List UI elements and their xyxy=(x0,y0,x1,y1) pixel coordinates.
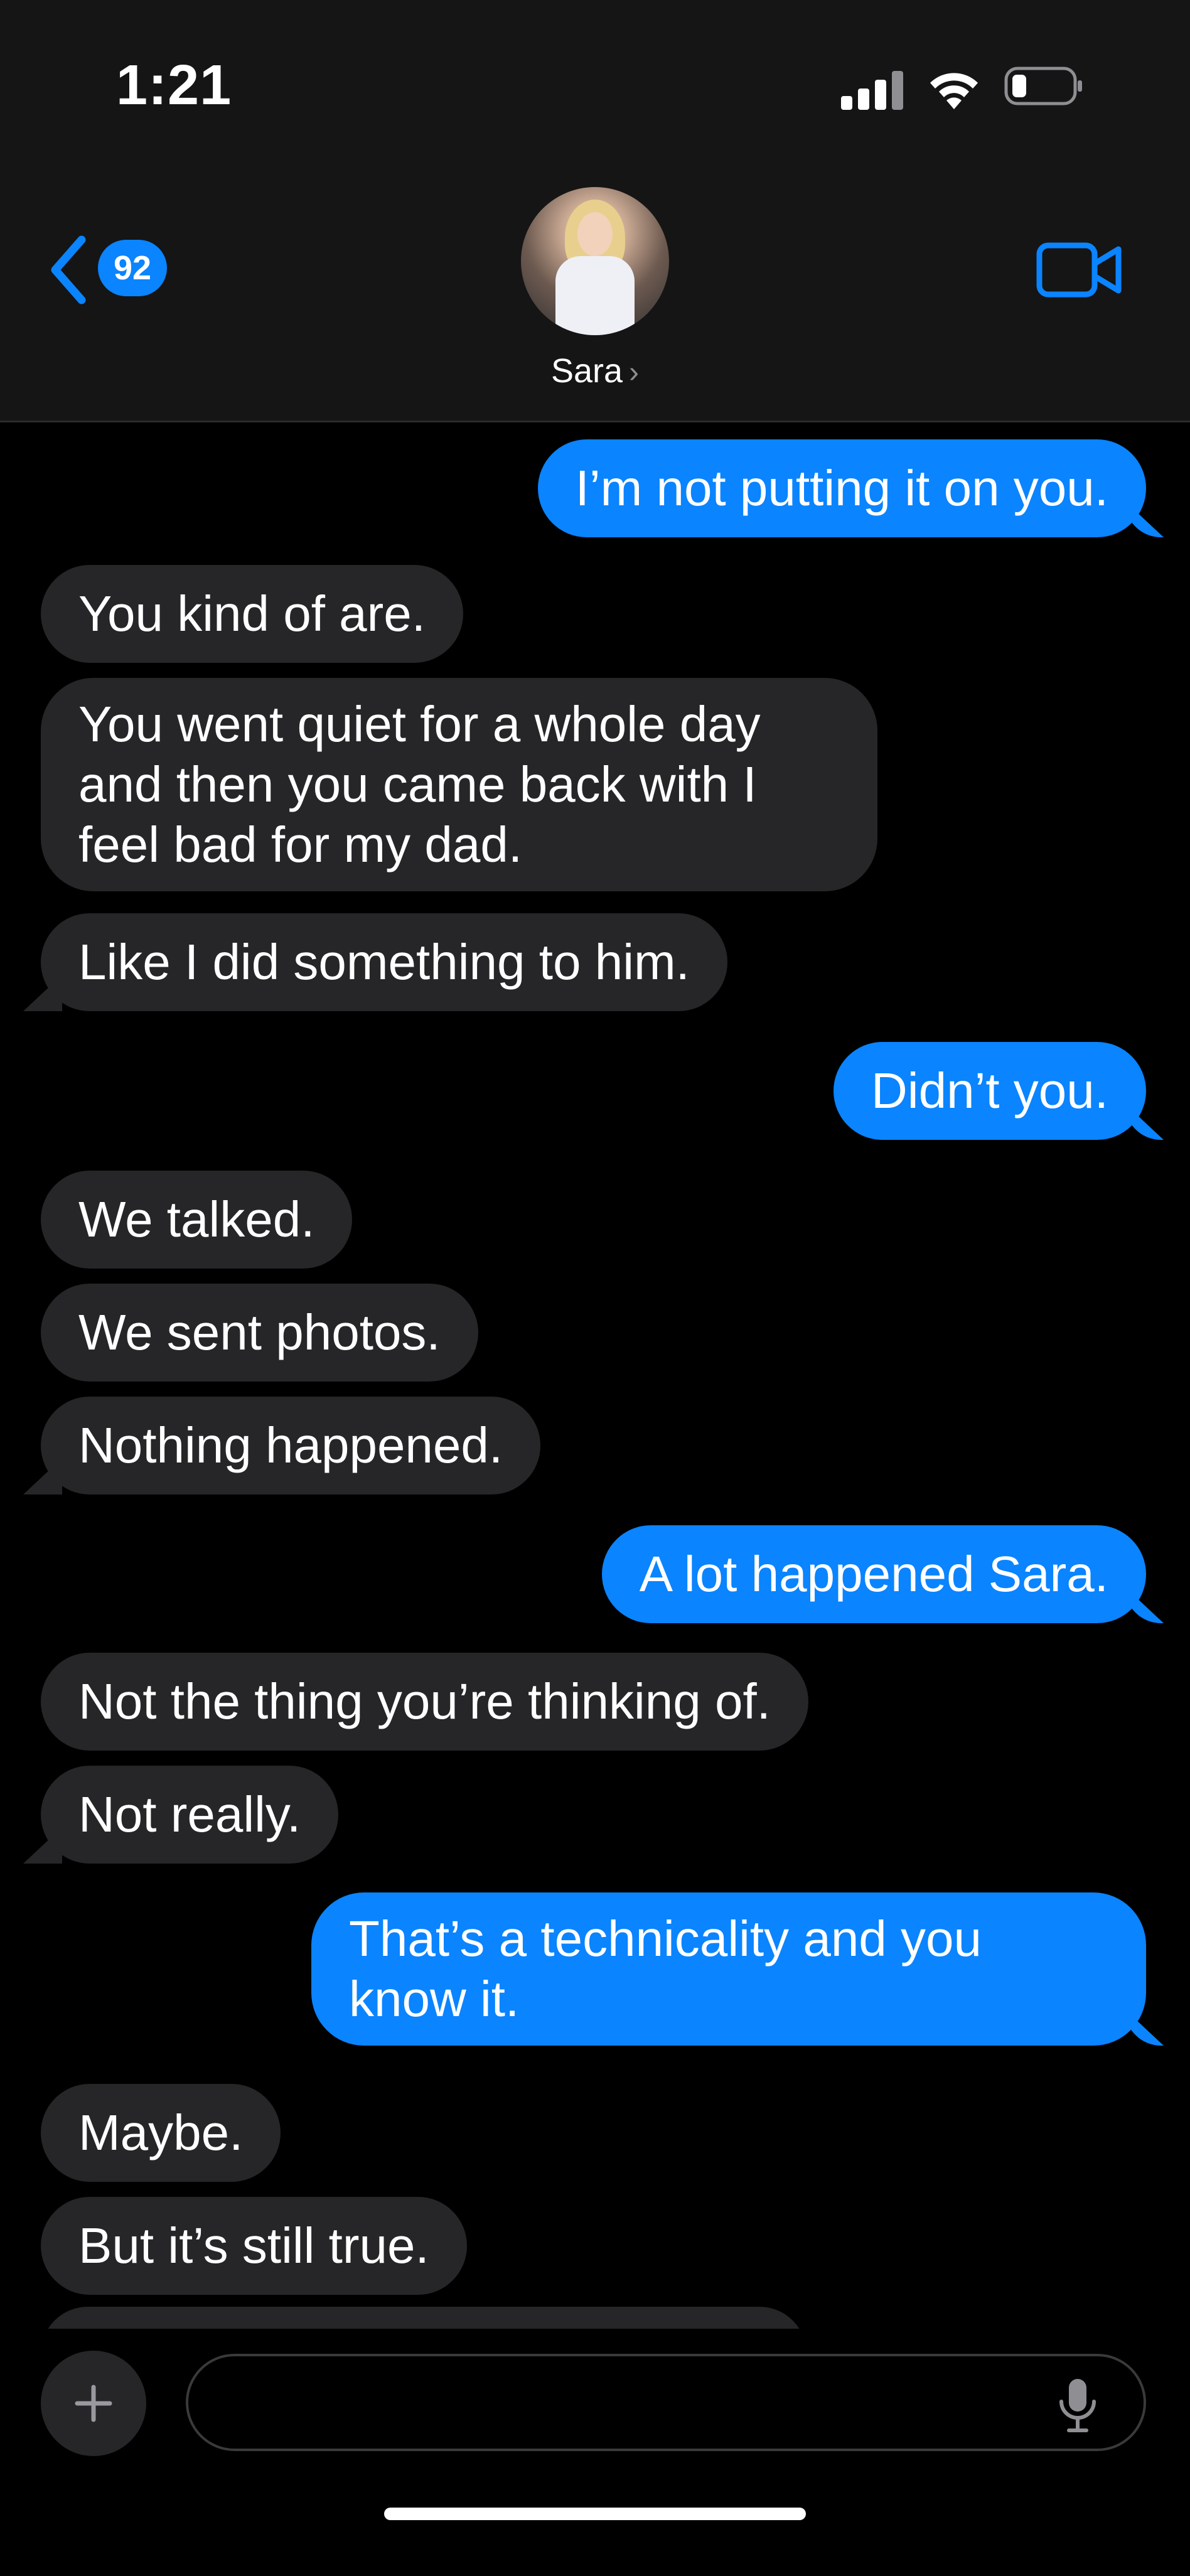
message-bubble-received[interactable]: You kind of are. xyxy=(41,565,464,663)
contact-name-button[interactable]: Sara › xyxy=(0,352,1190,390)
message-bubble-sent[interactable]: A lot happened Sara. xyxy=(601,1525,1146,1623)
message-bubble-sent[interactable]: Didn’t you. xyxy=(834,1042,1146,1140)
message-bubble-received[interactable]: Nothing happened. xyxy=(41,1397,541,1495)
home-indicator[interactable] xyxy=(384,2508,806,2520)
conversation-header: 92 Sara › xyxy=(0,163,1190,422)
plus-icon xyxy=(75,2385,112,2422)
avatar[interactable] xyxy=(521,187,669,335)
cellular-signal-icon xyxy=(841,69,904,110)
message-bubble-sent[interactable]: I’m not putting it on you. xyxy=(537,439,1146,537)
chevron-right-icon: › xyxy=(629,356,640,389)
unread-count-badge[interactable]: 92 xyxy=(98,240,167,296)
microphone-icon[interactable] xyxy=(1053,2374,1103,2437)
contact-name: Sara xyxy=(550,352,623,390)
plus-button[interactable] xyxy=(41,2351,146,2456)
message-bubble-received-partial[interactable] xyxy=(41,2307,807,2329)
message-bubble-received[interactable]: Like I did something to him. xyxy=(41,913,727,1011)
message-bubble-sent[interactable]: That’s a technicality and you know it. xyxy=(311,1892,1146,2046)
message-bubble-received[interactable]: We talked. xyxy=(41,1171,353,1269)
chevron-left-icon[interactable] xyxy=(44,232,94,308)
message-bubble-received[interactable]: But it’s still true. xyxy=(41,2197,467,2295)
status-bar: 1:21 xyxy=(0,0,1190,163)
battery-icon xyxy=(1004,67,1082,105)
status-time: 1:21 xyxy=(116,54,232,117)
message-input[interactable] xyxy=(186,2354,1146,2451)
message-bubble-received[interactable]: Not really. xyxy=(41,1766,339,1864)
video-camera-icon[interactable] xyxy=(1036,235,1123,304)
message-bubble-received[interactable]: You went quiet for a whole day and then … xyxy=(41,678,877,891)
compose-bar xyxy=(0,2329,1190,2576)
message-bubble-received[interactable]: Maybe. xyxy=(41,2084,281,2182)
message-bubble-received[interactable]: Not the thing you’re thinking of. xyxy=(41,1653,808,1751)
message-bubble-received[interactable]: We sent photos. xyxy=(41,1284,478,1382)
message-thread[interactable]: I’m not putting it on you. You kind of a… xyxy=(0,421,1190,2329)
wifi-icon xyxy=(930,73,978,109)
